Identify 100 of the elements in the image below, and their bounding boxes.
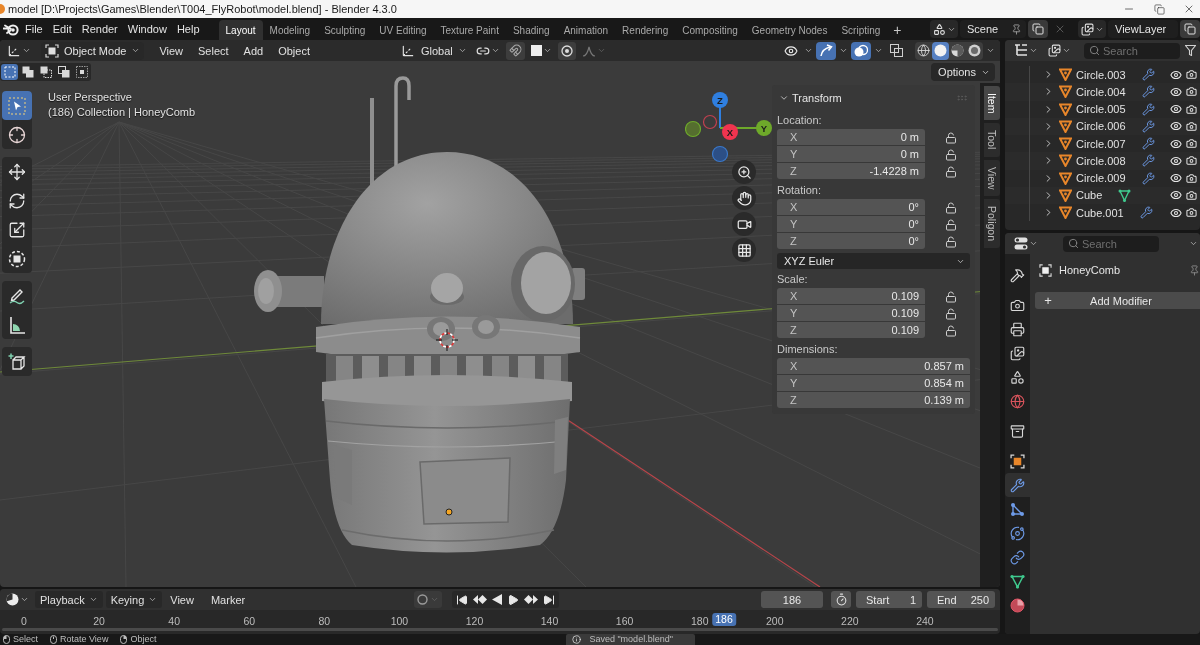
new-scene-button[interactable] — [1028, 20, 1048, 38]
axis-handle[interactable]: X — [722, 124, 738, 140]
workspace-tab[interactable]: Texture Paint — [433, 20, 506, 40]
camera-icon[interactable] — [1186, 207, 1197, 219]
wrench-icon[interactable] — [1141, 154, 1155, 168]
skip-end-icon[interactable] — [542, 593, 555, 606]
number-field[interactable]: Y 0 m — [777, 146, 925, 162]
previous-keyframe-icon[interactable] — [472, 594, 487, 605]
select-mode-button[interactable] — [73, 64, 90, 80]
workspace-tab[interactable]: Sculpting — [317, 20, 373, 40]
play-icon[interactable] — [506, 593, 519, 606]
chevron-down-icon[interactable] — [839, 46, 848, 55]
padlock-open-icon[interactable] — [945, 131, 957, 144]
rotation-mode-dropdown[interactable]: XYZ Euler — [777, 253, 970, 269]
camera-icon[interactable] — [1186, 120, 1197, 132]
proportional-edit-button[interactable] — [557, 41, 576, 60]
number-field[interactable]: X 0° — [777, 199, 925, 215]
padlock-open-icon[interactable] — [945, 235, 957, 248]
start-frame-field[interactable]: Start 1 — [856, 591, 922, 608]
object-name[interactable]: Circle.006 — [1076, 120, 1126, 133]
camera-icon[interactable] — [1186, 103, 1197, 115]
pan-button[interactable] — [732, 186, 756, 210]
number-field[interactable]: Y 0° — [777, 216, 925, 232]
camera-icon[interactable] — [1186, 172, 1197, 184]
eye-icon[interactable] — [1170, 103, 1182, 116]
chevron-down-icon[interactable] — [874, 46, 883, 55]
eye-icon[interactable] — [1170, 206, 1182, 219]
sidebar-tab[interactable]: View — [984, 159, 1000, 197]
number-field[interactable]: X 0 m — [777, 129, 925, 145]
camera-icon[interactable] — [1186, 86, 1197, 98]
eye-icon[interactable] — [1170, 120, 1182, 133]
options-dropdown[interactable]: Options — [931, 63, 995, 81]
pin-icon[interactable] — [1189, 264, 1200, 276]
workspace-tab[interactable]: Animation — [556, 20, 616, 40]
add-modifier-button[interactable]: + Add Modifier — [1035, 292, 1200, 309]
axis-handle[interactable] — [702, 114, 718, 130]
padlock-open-icon[interactable] — [945, 201, 957, 214]
scene-selector-button[interactable] — [930, 20, 958, 38]
shading-mode-button[interactable] — [915, 41, 932, 60]
timeline-menu[interactable]: Marker — [205, 591, 251, 608]
padlock-open-icon[interactable] — [945, 218, 957, 231]
wrench-icon[interactable] — [1141, 85, 1155, 99]
object-name[interactable]: Cube — [1076, 189, 1103, 202]
workspace-tab[interactable]: Layout — [218, 20, 263, 40]
panel-title[interactable]: Transform — [792, 91, 842, 104]
menu-item[interactable]: File — [20, 19, 48, 39]
eye-icon[interactable] — [1170, 154, 1182, 167]
play-reverse-icon[interactable] — [491, 594, 502, 605]
auto-keying-button[interactable] — [413, 591, 442, 608]
axis-handle[interactable]: Y — [756, 120, 772, 136]
chevron-down-icon[interactable] — [1189, 239, 1198, 248]
workspace-tab[interactable]: Scripting — [834, 20, 888, 40]
workspace-tab[interactable]: Rendering — [615, 20, 676, 40]
object-name[interactable]: Cube.001 — [1076, 206, 1124, 219]
eye-icon[interactable] — [1170, 85, 1182, 98]
menu-item[interactable]: Select — [192, 41, 235, 60]
eye-icon[interactable] — [1170, 68, 1182, 81]
number-field[interactable]: X 0.109 — [777, 288, 925, 304]
wrench-icon[interactable] — [1141, 119, 1155, 133]
search-field[interactable]: Search — [1063, 235, 1159, 252]
sidebar-tab[interactable]: Tool — [984, 123, 1000, 157]
number-field[interactable]: Z 0.139 m — [777, 392, 970, 408]
playhead-handle[interactable]: 186 — [712, 613, 736, 626]
menu-item[interactable]: Edit — [47, 19, 77, 39]
workspace-tab[interactable]: Geometry Nodes — [744, 20, 835, 40]
wrench-icon[interactable] — [1141, 171, 1155, 185]
chevron-down-icon[interactable] — [804, 46, 813, 55]
object-name[interactable]: Circle.008 — [1076, 154, 1126, 167]
axis-handle[interactable] — [685, 120, 702, 138]
triangle-vertices-icon[interactable] — [1118, 188, 1132, 202]
padlock-open-icon[interactable] — [945, 324, 957, 337]
eye-icon[interactable] — [1170, 172, 1182, 185]
timeline-menu[interactable]: View — [165, 591, 199, 608]
funnel-icon[interactable] — [1185, 45, 1196, 56]
camera-view-button[interactable] — [732, 212, 756, 236]
zoom-button[interactable] — [732, 160, 756, 184]
eye-icon[interactable] — [1170, 189, 1182, 202]
orientation-dropdown[interactable]: Global — [398, 41, 470, 60]
add-workspace-button[interactable]: + — [887, 20, 908, 40]
workspace-tab[interactable]: Modeling — [262, 20, 318, 40]
object-name[interactable]: Circle.003 — [1076, 68, 1126, 81]
object-name[interactable]: Circle.004 — [1076, 85, 1126, 98]
number-field[interactable]: Y 0.109 — [777, 305, 925, 321]
workspace-tab[interactable]: Compositing — [675, 20, 745, 40]
skip-start-icon[interactable] — [455, 593, 468, 606]
sidebar-tab[interactable]: Poligon — [984, 199, 1000, 249]
timeline-scrollbar[interactable] — [2, 628, 998, 631]
viewport-toggle[interactable] — [851, 41, 871, 60]
padlock-open-icon[interactable] — [945, 148, 957, 161]
perspective-toggle-button[interactable] — [732, 238, 756, 262]
object-name[interactable]: Circle.007 — [1076, 137, 1126, 150]
end-frame-field[interactable]: End 250 — [927, 591, 995, 608]
sidebar-tab[interactable]: Item — [984, 86, 1000, 121]
shading-mode-button[interactable] — [932, 41, 949, 60]
search-field[interactable]: Search — [1084, 42, 1180, 59]
viewport-toggle[interactable] — [816, 41, 836, 60]
menu-item[interactable]: Window — [122, 19, 172, 39]
timeline-menu[interactable]: Keying — [105, 591, 163, 608]
snap-button[interactable] — [505, 41, 525, 60]
object-name[interactable]: Circle.005 — [1076, 103, 1126, 116]
